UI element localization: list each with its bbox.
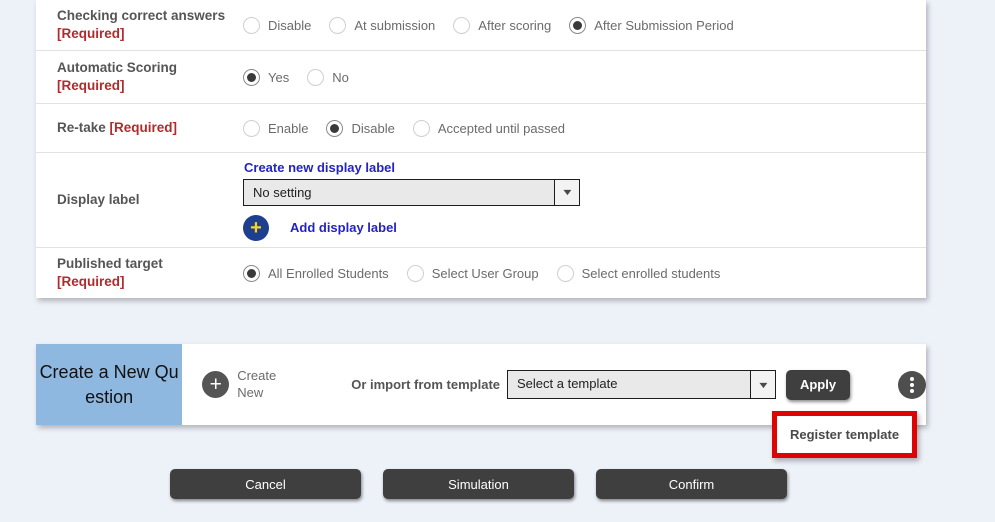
row-label: Checking correct answers [Required]: [36, 7, 243, 42]
display-label-select[interactable]: No setting ▼: [243, 179, 580, 206]
radio-label: At submission: [354, 18, 435, 33]
radio-group-scoring: Yes No: [243, 69, 926, 86]
plus-icon: +: [202, 371, 229, 398]
field-label: Checking correct answers: [57, 8, 225, 23]
radio-label: No: [332, 70, 349, 85]
radio-icon[interactable]: [557, 265, 574, 282]
row-label: Display label: [36, 191, 243, 209]
row-automatic-scoring: Automatic Scoring [Required] Yes No: [36, 51, 926, 104]
chevron-down-icon[interactable]: ▼: [554, 180, 579, 205]
radio-icon[interactable]: [407, 265, 424, 282]
radio-icon[interactable]: [569, 17, 586, 34]
add-display-label-row: + Add display label: [243, 215, 397, 241]
radio-after-submission-period[interactable]: After Submission Period: [569, 17, 733, 34]
template-select[interactable]: Select a template ▼: [507, 370, 776, 399]
apply-button[interactable]: Apply: [786, 370, 850, 400]
radio-disable[interactable]: Disable: [326, 120, 394, 137]
field-label: Published target: [57, 256, 163, 271]
row-checking-correct-answers: Checking correct answers [Required] Disa…: [36, 0, 926, 51]
radio-icon[interactable]: [307, 69, 324, 86]
register-template-menu-item[interactable]: Register template: [772, 411, 917, 458]
radio-yes[interactable]: Yes: [243, 69, 289, 86]
row-retake: Re-take [Required] Enable Disable Accept…: [36, 104, 926, 153]
section-title: Create a New Question: [36, 344, 182, 425]
footer-actions: Cancel Simulation Confirm: [170, 469, 787, 499]
import-from-template-label: Or import from template: [351, 377, 500, 392]
chevron-down-icon[interactable]: ▼: [750, 371, 775, 398]
field-label: Re-take: [57, 120, 106, 135]
radio-group-checking: Disable At submission After scoring Afte…: [243, 17, 926, 34]
vertical-dots: [910, 377, 914, 393]
radio-at-submission[interactable]: At submission: [329, 17, 435, 34]
select-value: No setting: [244, 180, 554, 205]
row-label: Automatic Scoring [Required]: [36, 59, 243, 94]
cancel-button[interactable]: Cancel: [170, 469, 361, 499]
radio-label: All Enrolled Students: [268, 266, 389, 281]
radio-label: After scoring: [478, 18, 551, 33]
row-display-label: Display label Create new display label N…: [36, 153, 926, 248]
simulation-button[interactable]: Simulation: [383, 469, 574, 499]
radio-label: Disable: [351, 121, 394, 136]
row-published-target: Published target [Required] All Enrolled…: [36, 248, 926, 298]
required-badge: [Required]: [57, 26, 125, 41]
radio-accepted-until-passed[interactable]: Accepted until passed: [413, 120, 565, 137]
radio-select-enrolled-students[interactable]: Select enrolled students: [557, 265, 721, 282]
radio-icon[interactable]: [413, 120, 430, 137]
radio-icon[interactable]: [453, 17, 470, 34]
field-label: Display label: [57, 192, 140, 207]
required-badge: [Required]: [57, 274, 125, 289]
quiz-settings-panel: Checking correct answers [Required] Disa…: [36, 0, 926, 298]
display-label-controls: Create new display label No setting ▼ + …: [243, 152, 926, 249]
radio-icon[interactable]: [243, 69, 260, 86]
radio-disable[interactable]: Disable: [243, 17, 311, 34]
row-label: Re-take [Required]: [36, 119, 243, 137]
radio-group-retake: Enable Disable Accepted until passed: [243, 120, 926, 137]
radio-icon[interactable]: [326, 120, 343, 137]
radio-no[interactable]: No: [307, 69, 349, 86]
radio-all-enrolled-students[interactable]: All Enrolled Students: [243, 265, 389, 282]
confirm-button[interactable]: Confirm: [596, 469, 787, 499]
kebab-menu-icon[interactable]: [898, 371, 926, 399]
radio-after-scoring[interactable]: After scoring: [453, 17, 551, 34]
radio-label: After Submission Period: [594, 18, 733, 33]
required-badge: [Required]: [110, 120, 178, 135]
required-badge: [Required]: [57, 78, 125, 93]
radio-label: Yes: [268, 70, 289, 85]
create-new-display-label-link[interactable]: Create new display label: [244, 160, 395, 175]
radio-icon[interactable]: [243, 120, 260, 137]
radio-icon[interactable]: [243, 265, 260, 282]
radio-enable[interactable]: Enable: [243, 120, 308, 137]
radio-label: Accepted until passed: [438, 121, 565, 136]
radio-label: Enable: [268, 121, 308, 136]
add-display-label-link[interactable]: Add display label: [290, 220, 397, 235]
radio-icon[interactable]: [243, 17, 260, 34]
select-value: Select a template: [508, 371, 750, 398]
radio-icon[interactable]: [329, 17, 346, 34]
create-new-button[interactable]: + Create New: [202, 368, 285, 401]
radio-group-published-target: All Enrolled Students Select User Group …: [243, 265, 926, 282]
register-template-label: Register template: [790, 427, 899, 442]
radio-label: Disable: [268, 18, 311, 33]
radio-label: Select enrolled students: [582, 266, 721, 281]
create-new-label: Create New: [237, 368, 285, 401]
radio-select-user-group[interactable]: Select User Group: [407, 265, 539, 282]
row-label: Published target [Required]: [36, 255, 243, 290]
field-label: Automatic Scoring: [57, 60, 177, 75]
plus-icon[interactable]: +: [243, 215, 269, 241]
radio-label: Select User Group: [432, 266, 539, 281]
